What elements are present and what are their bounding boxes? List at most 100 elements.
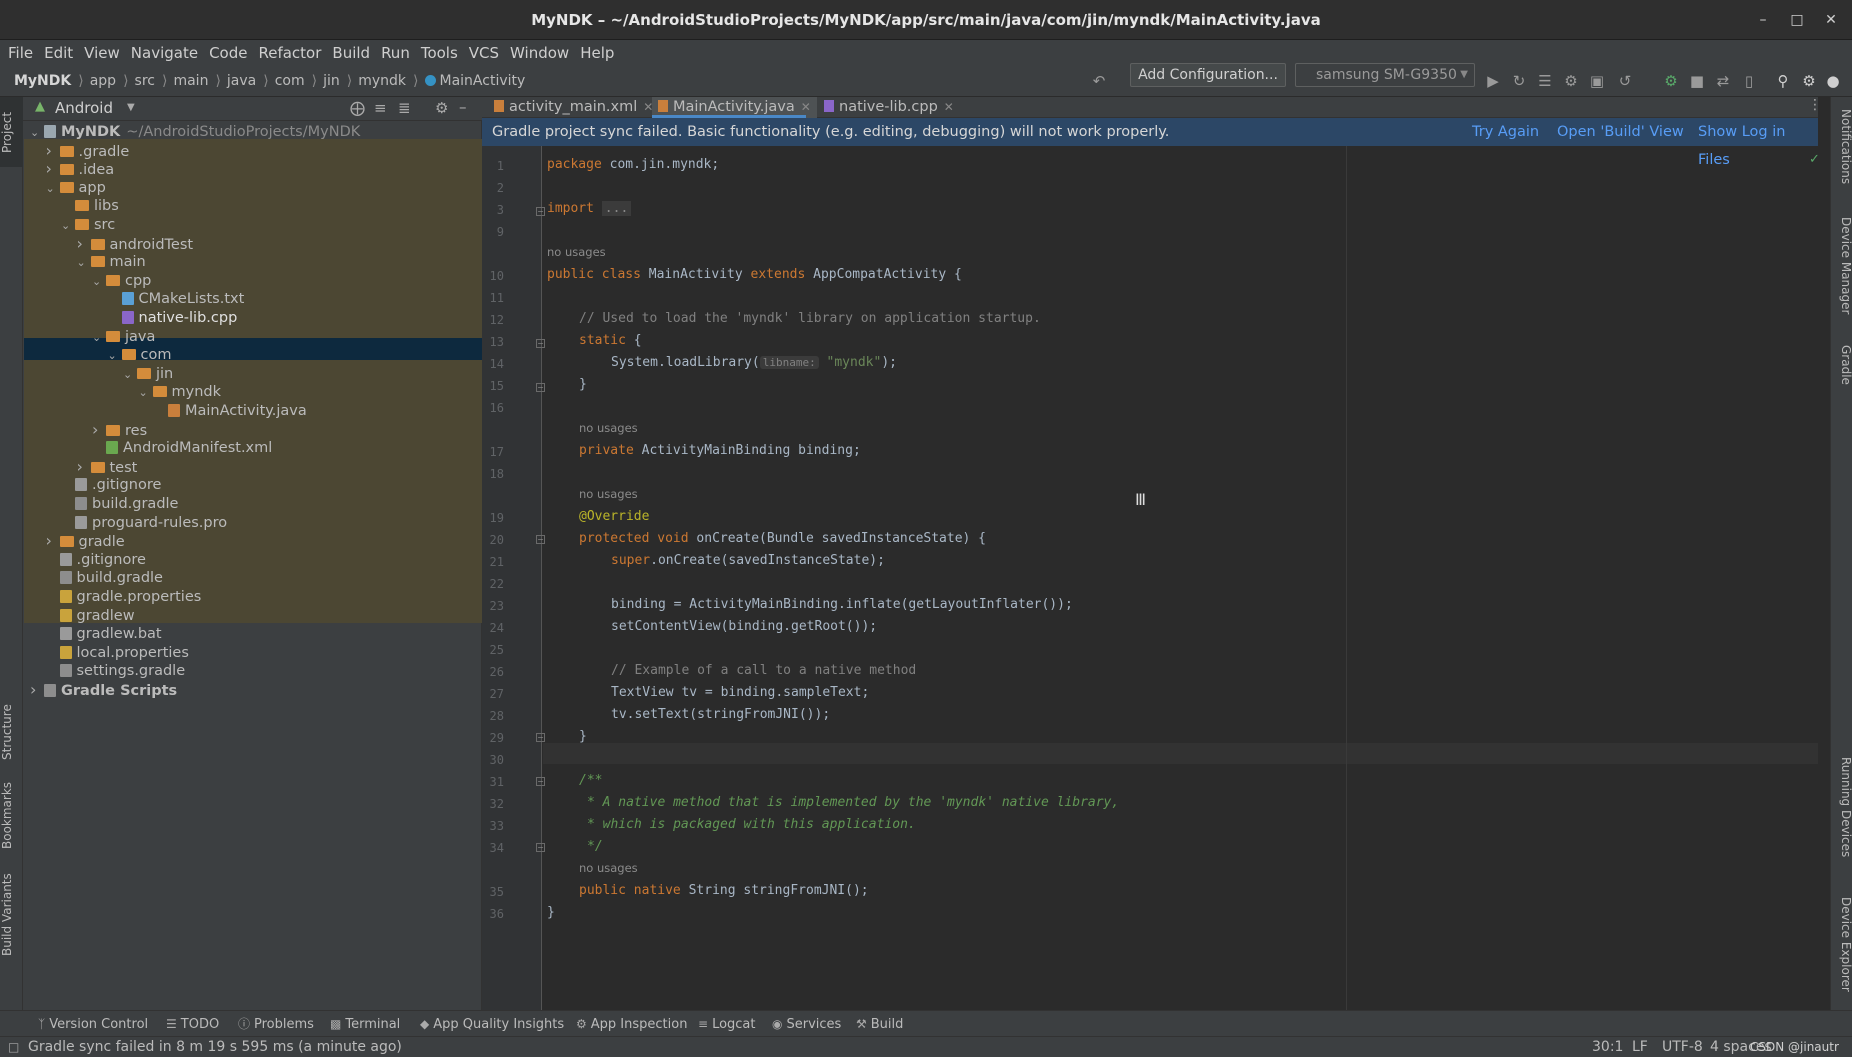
file-encoding[interactable]: UTF-8 xyxy=(1662,1037,1703,1057)
menu-window[interactable]: Window xyxy=(510,44,569,62)
add-configuration-button[interactable]: Add Configuration... xyxy=(1130,63,1286,87)
tab-gradle[interactable]: Gradle xyxy=(1831,345,1852,385)
breadcrumb-item[interactable]: main xyxy=(173,73,208,89)
tool-app-inspection[interactable]: ⚙ App Inspection xyxy=(576,1011,687,1037)
fold-marker-icon[interactable]: − xyxy=(536,733,545,742)
breadcrumb-item[interactable]: java xyxy=(227,73,256,89)
usage-hint[interactable]: no usages xyxy=(579,487,638,501)
code-line[interactable]: @Override xyxy=(579,509,649,524)
code-line[interactable]: package com.jin.myndk; xyxy=(547,157,719,172)
locate-icon[interactable]: ⨁ xyxy=(350,99,365,117)
tree-item[interactable]: › Gradle Scripts xyxy=(30,679,177,701)
tab-device-manager[interactable]: Device Manager xyxy=(1831,217,1852,314)
code-line[interactable]: import ... xyxy=(547,201,632,216)
more-icon[interactable]: ⋮ xyxy=(1808,97,1822,113)
collapse-all-icon[interactable]: ≣ xyxy=(398,99,411,117)
attach-debugger-icon[interactable]: ⚙ xyxy=(1660,66,1682,96)
code-line[interactable]: public class MainActivity extends AppCom… xyxy=(547,267,962,282)
tab-project[interactable]: Project xyxy=(0,97,23,167)
menu-build[interactable]: Build xyxy=(332,44,370,62)
tab-native-lib-cpp[interactable]: native-lib.cpp ✕ xyxy=(824,97,954,118)
code-line[interactable]: } xyxy=(547,905,555,920)
chevron-right-icon[interactable]: › xyxy=(30,679,44,701)
hide-panel-icon[interactable]: – xyxy=(459,98,467,116)
code-line[interactable]: binding = ActivityMainBinding.inflate(ge… xyxy=(611,597,1073,612)
layout-icon[interactable]: □ xyxy=(8,1037,19,1057)
code-line[interactable]: // Used to load the 'myndk' library on a… xyxy=(579,311,1041,326)
tab-running-devices[interactable]: Running Devices xyxy=(1831,757,1852,857)
menu-code[interactable]: Code xyxy=(209,44,247,62)
close-icon[interactable]: ✕ xyxy=(944,100,954,114)
chevron-down-icon[interactable]: ⌄ xyxy=(139,382,153,404)
tab-structure[interactable]: Structure xyxy=(0,697,23,767)
fold-marker-icon[interactable]: − xyxy=(536,339,545,348)
code-line[interactable]: } xyxy=(579,377,587,392)
tool-version-control[interactable]: ᛉ Version Control xyxy=(38,1011,148,1037)
fold-marker-icon[interactable]: − xyxy=(536,777,545,786)
stop-icon[interactable]: ■ xyxy=(1686,66,1708,96)
gear-icon[interactable]: ⚙ xyxy=(1798,66,1820,96)
code-line[interactable]: */ xyxy=(587,839,603,854)
menu-help[interactable]: Help xyxy=(580,44,614,62)
menu-vcs[interactable]: VCS xyxy=(469,44,499,62)
chevron-down-icon[interactable]: ⌄ xyxy=(108,345,122,367)
chevron-down-icon[interactable]: ⌄ xyxy=(123,364,137,386)
tool-build[interactable]: ⚒ Build xyxy=(856,1011,903,1037)
code-line[interactable]: System.loadLibrary(libname: "myndk"); xyxy=(611,355,897,370)
chevron-down-icon[interactable]: ⌄ xyxy=(92,271,106,293)
code-line[interactable]: * which is packaged with this applicatio… xyxy=(587,817,916,832)
breadcrumb-item[interactable]: com xyxy=(275,73,305,89)
fold-marker-icon[interactable]: − xyxy=(536,535,545,544)
apply-changes-icon[interactable]: ↺ xyxy=(1614,66,1636,96)
expand-all-icon[interactable]: ≡ xyxy=(374,99,387,117)
code-line[interactable]: protected void onCreate(Bundle savedInst… xyxy=(579,531,986,546)
chevron-down-icon[interactable]: ⌄ xyxy=(92,327,106,349)
chevron-down-icon[interactable]: ⌄ xyxy=(30,122,44,144)
tab-device-explorer[interactable]: Device Explorer xyxy=(1831,897,1852,992)
editor-scrollbar[interactable] xyxy=(1818,146,1826,996)
code-line[interactable]: private ActivityMainBinding binding; xyxy=(579,443,861,458)
close-icon[interactable]: ✕ xyxy=(1816,0,1846,40)
line-separator[interactable]: LF xyxy=(1632,1037,1648,1057)
gear-icon[interactable]: ⚙ xyxy=(435,99,448,117)
maximize-icon[interactable]: □ xyxy=(1782,0,1812,40)
breadcrumb-item[interactable]: src xyxy=(135,73,155,89)
debug-icon[interactable]: ⚙ xyxy=(1560,66,1582,96)
code-line[interactable]: public native String stringFromJNI(); xyxy=(579,883,869,898)
fold-marker-icon[interactable]: − xyxy=(536,383,545,392)
code-line[interactable]: * A native method that is implemented by… xyxy=(587,795,1119,810)
breadcrumb-item[interactable]: MyNDK xyxy=(14,73,71,89)
status-message[interactable]: Gradle sync failed in 8 m 19 s 595 ms (a… xyxy=(28,1037,402,1057)
tool-terminal[interactable]: ▩ Terminal xyxy=(330,1011,400,1037)
caret-position[interactable]: 30:1 xyxy=(1592,1037,1623,1057)
code-line[interactable]: static { xyxy=(579,333,642,348)
tool-problems[interactable]: ⓘ Problems xyxy=(238,1011,314,1037)
breadcrumb-item[interactable]: jin xyxy=(323,73,340,89)
open-build-view-link[interactable]: Open 'Build' View xyxy=(1557,118,1684,146)
run-icon[interactable]: ▶ xyxy=(1482,66,1504,96)
try-again-link[interactable]: Try Again xyxy=(1472,118,1539,146)
profile-icon[interactable]: ▣ xyxy=(1586,66,1608,96)
code-line[interactable]: /** xyxy=(579,773,602,788)
account-icon[interactable]: ● xyxy=(1822,66,1844,96)
code-line[interactable]: TextView tv = binding.sampleText; xyxy=(611,685,869,700)
device-selector[interactable]: samsung SM-G9350 ▼ xyxy=(1295,63,1475,87)
breadcrumb-item[interactable]: myndk xyxy=(358,73,406,89)
search-icon[interactable]: ⚲ xyxy=(1772,66,1794,96)
hammer-back-icon[interactable]: ↶ xyxy=(1088,66,1110,96)
tool-todo[interactable]: ☰ TODO xyxy=(166,1011,219,1037)
tool-logcat[interactable]: ≡ Logcat xyxy=(698,1011,756,1037)
menu-navigate[interactable]: Navigate xyxy=(131,44,198,62)
show-log-link[interactable]: Show Log in Files xyxy=(1698,118,1818,174)
code-line[interactable]: super.onCreate(savedInstanceState); xyxy=(611,553,885,568)
tab-bookmarks[interactable]: Bookmarks xyxy=(0,775,23,855)
tab-build-variants[interactable]: Build Variants xyxy=(0,865,23,965)
tool-app-quality-insights[interactable]: ◆ App Quality Insights xyxy=(420,1011,564,1037)
minimize-icon[interactable]: – xyxy=(1748,0,1778,40)
usage-hint[interactable]: no usages xyxy=(579,421,638,435)
tab-activity-main-xml[interactable]: activity_main.xml ✕ xyxy=(494,97,653,118)
code-line[interactable]: setContentView(binding.getRoot()); xyxy=(611,619,877,634)
usage-hint[interactable]: no usages xyxy=(579,861,638,875)
menu-view[interactable]: View xyxy=(84,44,120,62)
coverage-icon[interactable]: ☰ xyxy=(1534,66,1556,96)
